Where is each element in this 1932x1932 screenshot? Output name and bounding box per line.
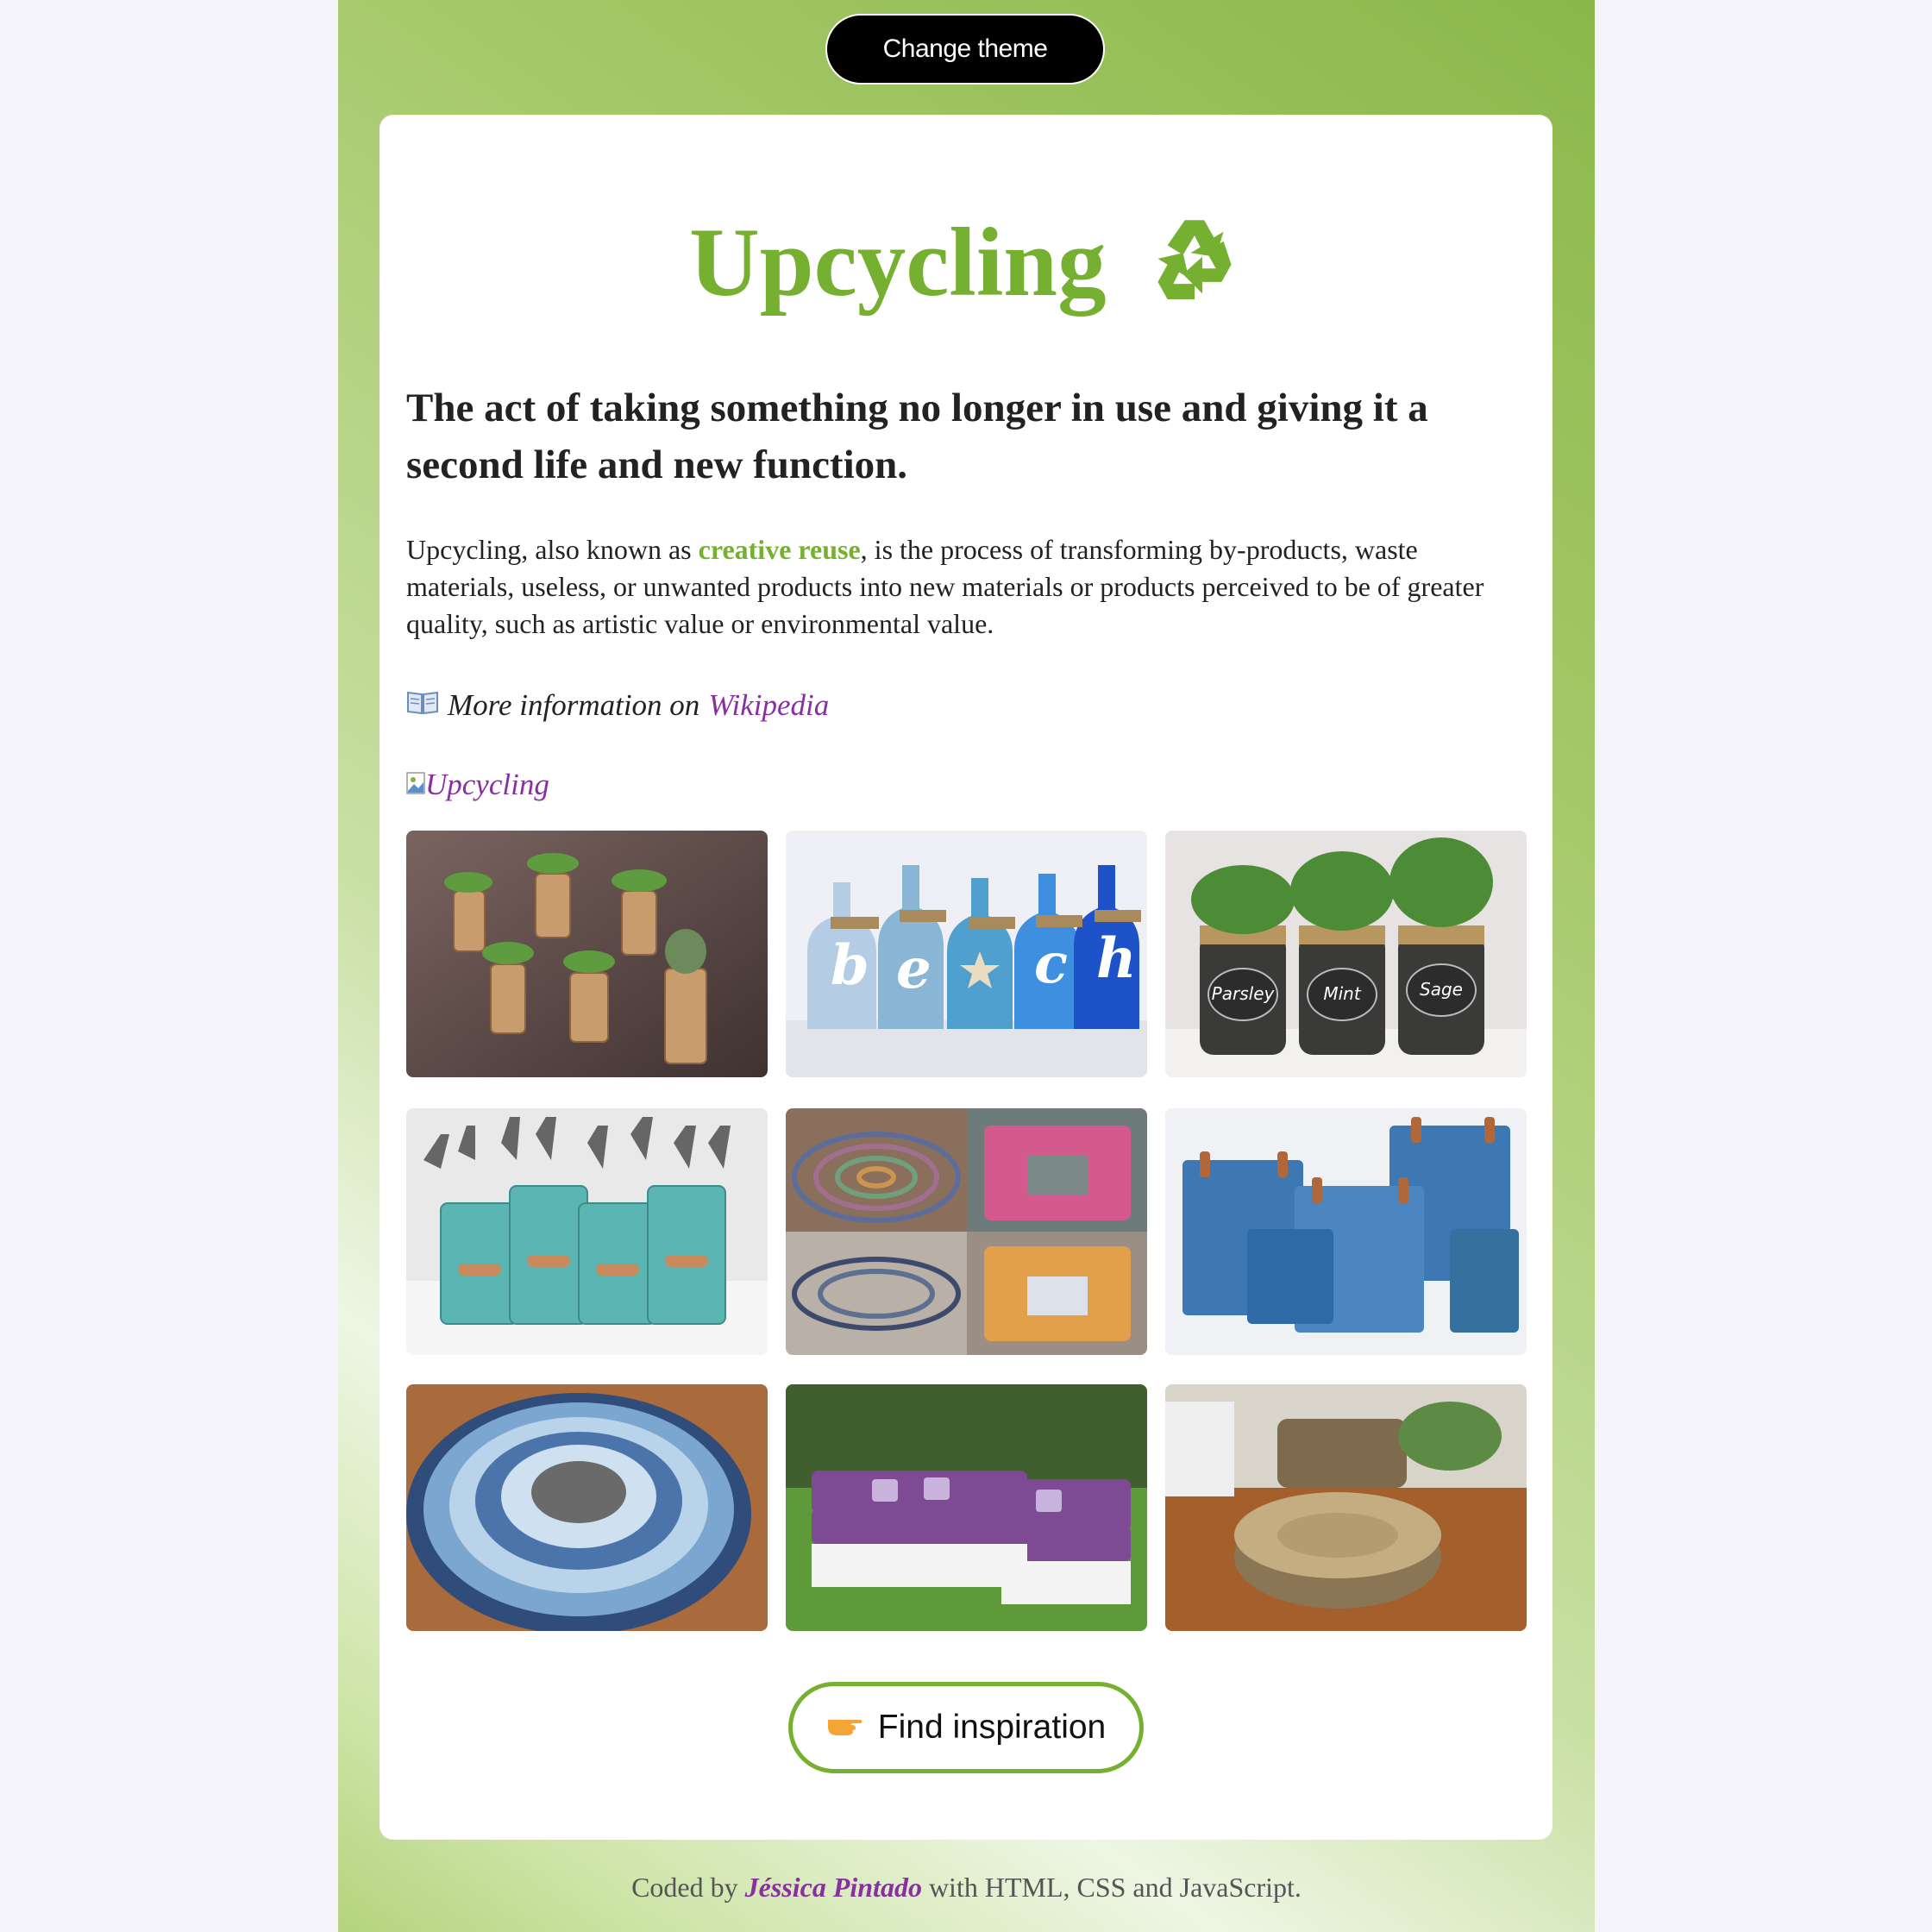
jar-label: Sage [1420, 979, 1463, 1000]
find-inspiration-label: Find inspiration [877, 1709, 1107, 1746]
bottle-letter: h [1096, 926, 1137, 991]
author-link[interactable]: Jéssica Pintado [745, 1872, 922, 1903]
pointing-hand-icon [826, 1706, 864, 1749]
rag-rug-photo [406, 1384, 768, 1631]
more-info-prefix: More information on [448, 688, 700, 722]
tire-ottoman-photo [1165, 1384, 1527, 1631]
inspiration-gallery: b e c h Parsley Mint Sage [406, 831, 1527, 1631]
more-info-line: More information on Wikipedia [406, 688, 829, 723]
recycle-icon [1146, 210, 1243, 336]
paper-bowl-frame-photo [786, 1108, 1147, 1355]
pallet-sofa-photo [786, 1384, 1147, 1631]
bottle-letter: c [1034, 932, 1068, 996]
wikipedia-link[interactable]: Wikipedia [708, 688, 829, 723]
cork-planters-photo [406, 831, 768, 1077]
description-highlight: creative reuse [698, 534, 861, 565]
footer-suffix: with HTML, CSS and JavaScript. [928, 1872, 1302, 1903]
broken-image-link[interactable]: Upcycling [406, 768, 549, 802]
broken-image-icon [406, 768, 425, 802]
denim-baskets-photo [1165, 1108, 1527, 1355]
broken-image-alt: Upcycling [425, 768, 549, 801]
jar-label: Parsley [1212, 983, 1276, 1004]
tin-can-organizer-photo [406, 1108, 768, 1355]
footer-prefix: Coded by [631, 1872, 738, 1903]
find-inspiration-button[interactable]: Find inspiration [788, 1682, 1144, 1773]
painted-bottles-photo: b e c h [786, 831, 1147, 1077]
bottle-letter: b [831, 933, 869, 998]
description-before: Upcycling, also known as [406, 534, 699, 565]
bottle-letter: e [896, 937, 932, 1001]
description-paragraph: Upcycling, also known as creative reuse,… [406, 531, 1527, 643]
title-text: Upcycling [689, 209, 1107, 317]
page-footer: Coded by Jéssica Pintado with HTML, CSS … [338, 1872, 1595, 1904]
jar-label: Mint [1323, 983, 1361, 1004]
herb-jars-photo: Parsley Mint Sage [1165, 831, 1527, 1077]
book-icon [406, 688, 439, 723]
change-theme-button[interactable]: Change theme [825, 14, 1105, 85]
page-title: Upcycling [0, 203, 1932, 336]
page-subtitle: The act of taking something no longer in… [406, 386, 1428, 487]
